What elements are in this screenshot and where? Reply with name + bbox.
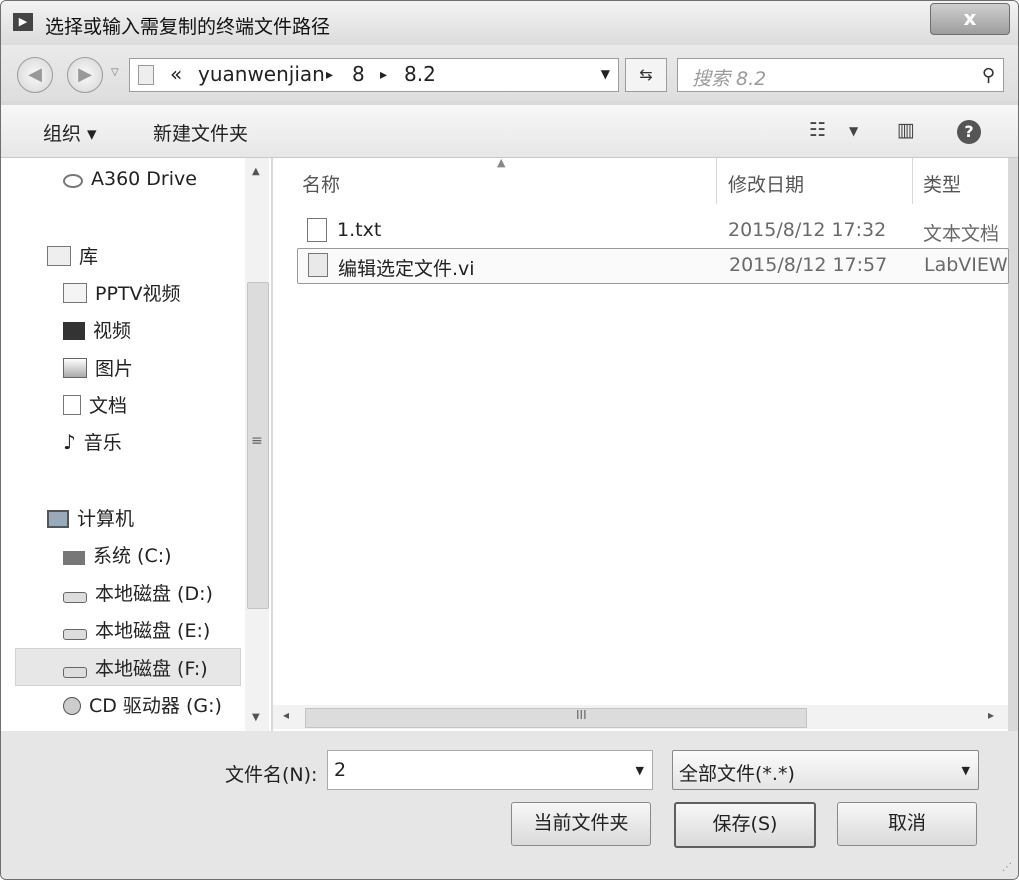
sidebar-item-drive-f[interactable]: 本地磁盘 (F:) bbox=[63, 654, 208, 688]
sidebar-item-a360-drive[interactable]: A360 Drive bbox=[63, 168, 197, 202]
file-list-pane: ▲ 名称 修改日期 类型 1.txt 2015/8/12 17:32 文本文档 … bbox=[273, 156, 1009, 731]
back-arrow-icon: ◀ bbox=[28, 64, 42, 85]
column-divider[interactable] bbox=[716, 158, 717, 204]
navigation-bar: ◀ ▶ ▽ « yuanwenjian ▸ 8 ▸ 8.2 ▼ ⇆ 搜索 8.2… bbox=[1, 45, 1018, 101]
window-title: 选择或输入需复制的终端文件路径 bbox=[45, 16, 331, 38]
navigation-pane: A360 Drive 库 PPTV视频 视频 图片 文档 ♪ 音乐 计算机 系统 … bbox=[1, 158, 271, 731]
column-header-modified[interactable]: 修改日期 bbox=[728, 170, 804, 197]
file-row[interactable]: 1.txt 2015/8/12 17:32 文本文档 bbox=[297, 214, 1007, 248]
search-input[interactable]: 搜索 8.2 ⚲ bbox=[677, 58, 1004, 92]
file-type-value: 全部文件(*.*) bbox=[679, 763, 795, 785]
labview-app-icon: ▶ bbox=[13, 13, 33, 31]
sidebar-item-computer[interactable]: 计算机 bbox=[47, 504, 134, 538]
view-dropdown-icon[interactable]: ▼ bbox=[849, 124, 858, 138]
text-file-icon bbox=[307, 218, 327, 242]
organize-menu-button[interactable]: 组织 ▾ bbox=[43, 119, 97, 146]
sidebar-item-drive-d[interactable]: 本地磁盘 (D:) bbox=[63, 579, 213, 613]
cloud-drive-icon bbox=[63, 174, 83, 188]
sidebar-scrollbar[interactable]: ▲ ≡ ▼ bbox=[245, 158, 269, 731]
filename-label: 文件名(N): bbox=[225, 764, 318, 786]
filename-input[interactable]: 2 ▼ bbox=[327, 750, 653, 790]
sidebar-item-music[interactable]: ♪ 音乐 bbox=[63, 428, 122, 462]
file-type: LabVIEW bbox=[924, 254, 1008, 276]
file-type: 文本文档 bbox=[923, 223, 1000, 245]
file-row-selected[interactable]: 编辑选定文件.vi 2015/8/12 17:57 LabVIEW bbox=[297, 248, 1009, 284]
library-folder-icon bbox=[63, 283, 87, 303]
vi-file-icon bbox=[308, 253, 328, 277]
refresh-icon: ⇆ bbox=[639, 65, 653, 84]
breadcrumb-overflow[interactable]: « bbox=[170, 62, 182, 86]
file-modified: 2015/8/12 17:57 bbox=[729, 254, 888, 276]
scroll-grip-icon: III bbox=[576, 708, 587, 722]
address-dropdown-icon[interactable]: ▼ bbox=[601, 67, 610, 81]
breadcrumb-separator-icon[interactable]: ▸ bbox=[380, 67, 387, 83]
sidebar-item-pictures[interactable]: 图片 bbox=[63, 354, 133, 388]
cancel-button[interactable]: 取消 bbox=[837, 802, 977, 846]
cd-drive-icon bbox=[63, 697, 81, 715]
refresh-button[interactable]: ⇆ bbox=[625, 58, 667, 92]
breadcrumb-separator-icon[interactable]: ▸ bbox=[326, 67, 333, 83]
save-button[interactable]: 保存(S) bbox=[674, 802, 816, 848]
breadcrumb-yuanwenjian[interactable]: yuanwenjian bbox=[198, 62, 325, 86]
file-name: 编辑选定文件.vi bbox=[338, 258, 475, 280]
hard-drive-icon bbox=[63, 629, 87, 640]
scroll-up-icon[interactable]: ▲ bbox=[252, 166, 260, 177]
file-type-select[interactable]: 全部文件(*.*) ▼ bbox=[672, 750, 979, 790]
column-header-type[interactable]: 类型 bbox=[923, 170, 961, 197]
hard-drive-icon bbox=[63, 592, 87, 603]
filename-dropdown-icon[interactable]: ▼ bbox=[636, 764, 644, 777]
music-icon: ♪ bbox=[63, 430, 76, 454]
hard-drive-icon bbox=[63, 667, 87, 678]
sidebar-item-videos[interactable]: 视频 bbox=[63, 316, 131, 350]
documents-icon bbox=[63, 395, 81, 415]
scroll-down-icon[interactable]: ▼ bbox=[252, 712, 260, 723]
forward-arrow-icon: ▶ bbox=[78, 64, 92, 85]
address-bar[interactable]: « yuanwenjian ▸ 8 ▸ 8.2 ▼ bbox=[129, 58, 619, 92]
filename-value: 2 bbox=[334, 759, 347, 781]
search-icon[interactable]: ⚲ bbox=[982, 65, 995, 86]
breadcrumb-8-2[interactable]: 8.2 bbox=[404, 62, 436, 86]
sidebar-item-drive-g[interactable]: CD 驱动器 (G:) bbox=[63, 691, 222, 725]
system-drive-icon bbox=[63, 551, 85, 565]
help-icon[interactable]: ? bbox=[957, 120, 981, 144]
sort-ascending-icon: ▲ bbox=[497, 156, 506, 169]
file-modified: 2015/8/12 17:32 bbox=[728, 219, 887, 241]
resize-grip-icon[interactable]: ⋰ bbox=[1002, 862, 1012, 873]
sidebar-item-drive-e[interactable]: 本地磁盘 (E:) bbox=[63, 616, 210, 650]
scroll-right-icon[interactable]: ▸ bbox=[988, 708, 994, 722]
back-button[interactable]: ◀ bbox=[17, 57, 53, 93]
pictures-icon bbox=[63, 358, 87, 378]
scroll-grip-icon: ≡ bbox=[251, 433, 263, 449]
current-folder-button[interactable]: 当前文件夹 bbox=[511, 802, 651, 846]
new-folder-button[interactable]: 新建文件夹 bbox=[153, 119, 248, 146]
command-toolbar: 组织 ▾ 新建文件夹 ☷ ▼ ▥ ? bbox=[1, 105, 1018, 158]
video-icon bbox=[63, 322, 85, 340]
recent-locations-dropdown-icon[interactable]: ▽ bbox=[111, 67, 119, 78]
sidebar-item-library[interactable]: 库 bbox=[47, 242, 98, 276]
view-options-icon[interactable]: ☷ bbox=[809, 119, 826, 141]
horizontal-scroll-thumb[interactable]: III bbox=[305, 708, 807, 728]
file-list-horizontal-scrollbar[interactable]: ◂ III ▸ bbox=[273, 705, 1008, 729]
breadcrumb-8[interactable]: 8 bbox=[352, 62, 365, 86]
folder-icon bbox=[138, 65, 154, 85]
preview-pane-icon[interactable]: ▥ bbox=[897, 119, 915, 141]
file-type-dropdown-icon[interactable]: ▼ bbox=[962, 764, 970, 777]
computer-icon bbox=[47, 510, 69, 528]
sidebar-item-documents[interactable]: 文档 bbox=[63, 391, 127, 425]
title-bar: ▶ 选择或输入需复制的终端文件路径 x bbox=[1, 1, 1018, 45]
dialog-footer: 文件名(N): 2 ▼ 全部文件(*.*) ▼ 当前文件夹 保存(S) 取消 ⋰ bbox=[1, 731, 1018, 879]
sidebar-item-pptv[interactable]: PPTV视频 bbox=[63, 279, 181, 313]
scroll-left-icon[interactable]: ◂ bbox=[283, 708, 289, 722]
forward-button[interactable]: ▶ bbox=[67, 57, 103, 93]
save-file-dialog: ▶ 选择或输入需复制的终端文件路径 x ◀ ▶ ▽ « yuanwenjian … bbox=[0, 0, 1019, 880]
sidebar-item-drive-c[interactable]: 系统 (C:) bbox=[63, 541, 172, 575]
column-header-name[interactable]: 名称 bbox=[302, 170, 340, 197]
column-divider[interactable] bbox=[912, 158, 913, 204]
library-icon bbox=[47, 246, 71, 266]
close-button[interactable]: x bbox=[930, 3, 1010, 35]
file-name: 1.txt bbox=[337, 219, 382, 241]
search-placeholder: 搜索 8.2 bbox=[692, 68, 767, 90]
